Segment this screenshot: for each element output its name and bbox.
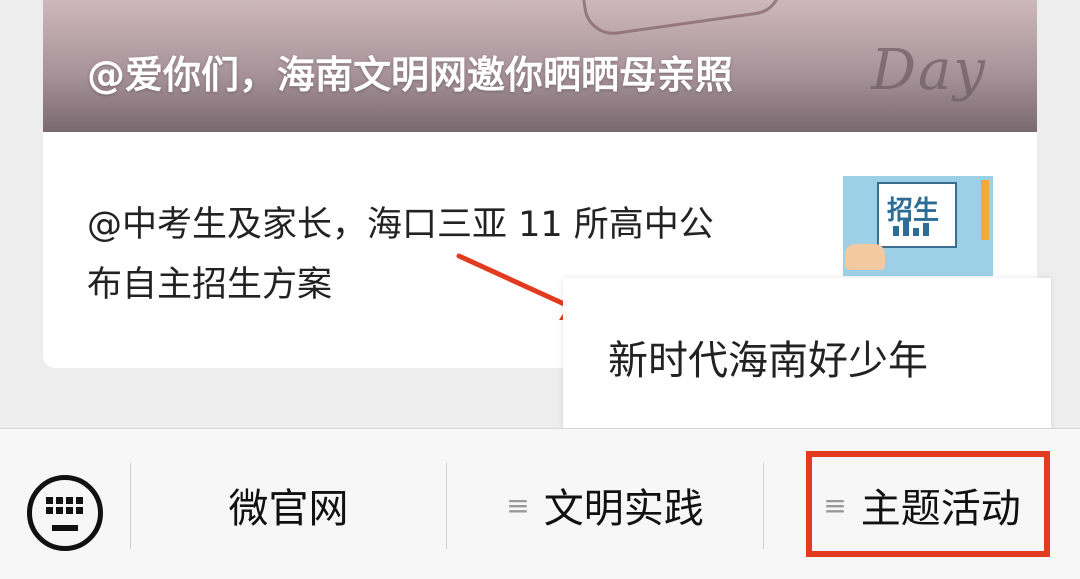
thumbnail-label: 招生 <box>887 196 940 226</box>
banner-title: @爱你们，海南文明网邀你晒晒母亲照 <box>87 53 734 97</box>
thumbnail-bar <box>903 220 909 236</box>
red-highlight-box <box>806 451 1050 557</box>
submenu-popup: 新时代海南好少年 <box>563 278 1051 428</box>
thumbnail-bar <box>913 228 919 236</box>
menu-label: 文明实践 <box>543 486 704 532</box>
article-thumbnail[interactable]: 招生 <box>843 176 993 276</box>
keyboard-spacebar <box>52 525 78 531</box>
bottom-menu-bar: 微官网 ≡ 文明实践 ≡ 主题活动 <box>0 428 1080 579</box>
thumbnail-hand <box>845 244 885 270</box>
thumbnail-bar <box>923 223 929 236</box>
keyboard-icon[interactable] <box>27 475 103 551</box>
keyboard-keys <box>46 497 84 514</box>
banner-decoration <box>580 0 786 39</box>
menu-civilization-practice[interactable]: ≡ 文明实践 <box>447 475 763 535</box>
submenu-item-new-era-youth[interactable]: 新时代海南好少年 <box>608 328 928 386</box>
thumbnail-paper: 招生 <box>877 182 957 248</box>
article-item-line-1: @中考生及家长，海口三亚 11 所高中公 <box>87 205 714 245</box>
thumbnail-pencil <box>981 180 989 240</box>
menu-micro-website[interactable]: 微官网 <box>131 475 446 535</box>
banner-script-text: Day <box>871 38 987 103</box>
chat-page: Day @爱你们，海南文明网邀你晒晒母亲照 @中考生及家长，海口三亚 11 所高… <box>0 0 1080 579</box>
thumbnail-bar <box>893 226 899 236</box>
menu-label: 微官网 <box>228 486 349 532</box>
submenu-list-icon: ≡ <box>506 488 530 522</box>
article-banner[interactable]: Day @爱你们，海南文明网邀你晒晒母亲照 <box>43 0 1037 132</box>
arrow-shaft <box>456 253 576 311</box>
